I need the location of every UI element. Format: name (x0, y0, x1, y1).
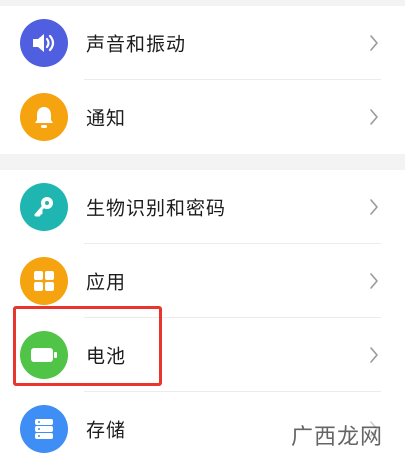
settings-item-label: 生物识别和密码 (86, 197, 227, 220)
settings-group-1: 声音和振动 通知 (0, 6, 405, 154)
speaker-icon (20, 19, 68, 67)
settings-item-notifications[interactable]: 通知 (0, 80, 405, 154)
battery-highlight-box (13, 306, 162, 386)
apps-grid-icon (20, 257, 68, 305)
bell-icon (20, 93, 68, 141)
storage-icon (20, 405, 68, 453)
key-icon (20, 183, 68, 231)
chevron-right-icon (370, 35, 378, 51)
group-separator (0, 154, 405, 170)
chevron-right-icon (370, 273, 378, 289)
chevron-right-icon (370, 199, 378, 215)
chevron-right-icon (370, 109, 378, 125)
chevron-right-icon (370, 347, 378, 363)
settings-item-label: 通知 (86, 107, 127, 130)
settings-item-biometrics-password[interactable]: 生物识别和密码 (0, 170, 405, 244)
watermark: 广西龙网 (286, 419, 387, 451)
settings-item-label: 存储 (86, 419, 127, 442)
settings-item-label: 应用 (86, 271, 127, 294)
settings-item-label: 声音和振动 (86, 33, 187, 56)
settings-item-sound-vibration[interactable]: 声音和振动 (0, 6, 405, 80)
